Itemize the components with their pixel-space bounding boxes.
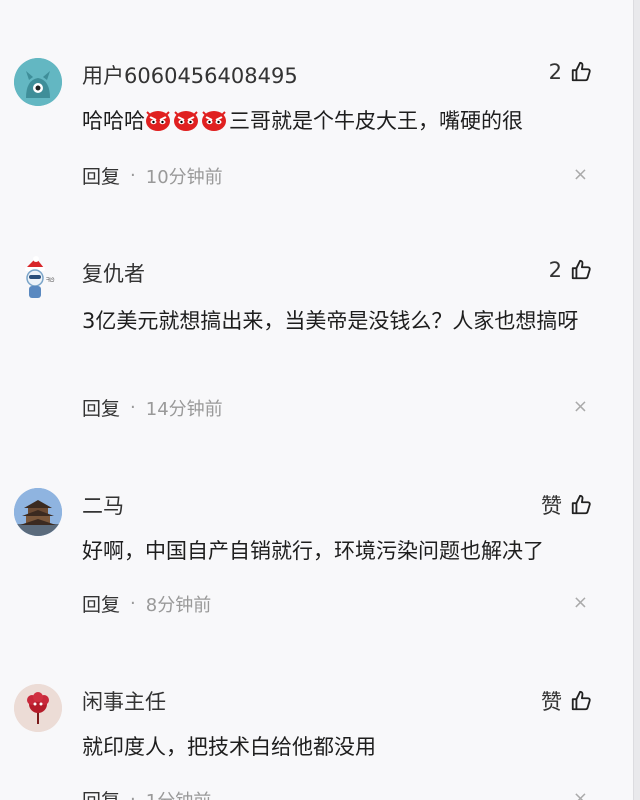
close-icon[interactable]: ×	[573, 164, 588, 185]
comment-list: 用户6060456408495 2 哈哈哈 三哥就是个牛皮大王，嘴硬的很 回复 ·…	[0, 0, 640, 800]
comment-item: 闲事主任 赞 就印度人，把技术白给他都没用 回复 · 1分钟前 ×	[0, 684, 632, 800]
comment-item: ᖷᘎ 复仇者 2 3亿美元就想搞出来，当美帝是没钱么？人家也想搞呀 回复 · 1…	[0, 256, 632, 426]
separator-dot: ·	[130, 165, 136, 186]
thumbs-up-icon	[571, 690, 591, 711]
thumbs-up-icon	[571, 61, 591, 82]
timestamp: 8分钟前	[145, 594, 212, 616]
reply-button[interactable]: 回复	[82, 162, 120, 189]
thumbs-up-icon	[571, 494, 591, 515]
teal-monster-avatar[interactable]	[14, 58, 62, 106]
comment-text: 就印度人，把技术白给他都没用	[82, 735, 376, 759]
angry-face-emoji-icon	[146, 111, 170, 131]
like-label: 赞	[541, 690, 562, 714]
like-label: 赞	[541, 494, 562, 518]
angry-face-emoji-icon	[174, 111, 198, 131]
thumbs-up-icon	[571, 259, 591, 280]
comment-footer: 回复 · 1分钟前	[82, 786, 211, 800]
timestamp: 14分钟前	[145, 398, 223, 420]
timestamp: 1分钟前	[146, 787, 211, 800]
reply-button[interactable]: 回复	[82, 394, 120, 421]
pagoda-photo-avatar[interactable]	[14, 488, 62, 536]
username[interactable]: 用户6060456408495	[82, 60, 298, 90]
reply-button[interactable]: 回复	[82, 786, 120, 800]
username[interactable]: 闲事主任	[82, 686, 166, 716]
svg-text:ᖷᘎ: ᖷᘎ	[46, 277, 55, 284]
separator-dot: ·	[130, 397, 136, 418]
comment-text: 好啊，中国自产自销就行，环境污染问题也解决了	[82, 539, 544, 563]
red-flower-avatar[interactable]	[14, 684, 62, 732]
username[interactable]: 复仇者	[82, 258, 145, 288]
like-button[interactable]: 赞	[541, 686, 592, 716]
reply-button[interactable]: 回复	[82, 590, 120, 617]
close-icon[interactable]: ×	[573, 396, 588, 417]
comment-text: 哈哈哈 三哥就是个牛皮大王，嘴硬的很	[82, 109, 523, 133]
angry-face-emoji-icon	[202, 111, 226, 131]
like-button[interactable]: 2	[549, 258, 592, 282]
separator-dot: ·	[130, 593, 136, 614]
comment-text: 3亿美元就想搞出来，当美帝是没钱么？人家也想搞呀	[82, 309, 579, 333]
comment-footer: 回复 · 8分钟前	[82, 590, 211, 617]
close-icon[interactable]: ×	[573, 788, 588, 800]
comment-item: 二马 赞 好啊，中国自产自销就行，环境污染问题也解决了 回复 · 8分钟前 ×	[0, 488, 632, 638]
comment-footer: 回复 · 14分钟前	[82, 394, 223, 421]
separator-dot: ·	[130, 789, 136, 800]
like-button[interactable]: 赞	[541, 490, 592, 520]
like-count: 2	[548, 258, 562, 282]
username[interactable]: 二马	[82, 490, 124, 520]
like-count: 2	[548, 60, 562, 84]
cartoon-christmas-avatar[interactable]: ᖷᘎ	[14, 256, 62, 304]
comment-footer: 回复 · 10分钟前	[82, 162, 223, 189]
close-icon[interactable]: ×	[573, 592, 588, 613]
like-button[interactable]: 2	[549, 60, 592, 84]
comment-item: 用户6060456408495 2 哈哈哈 三哥就是个牛皮大王，嘴硬的很 回复 ·…	[0, 58, 632, 208]
scrollbar[interactable]	[633, 0, 640, 800]
timestamp: 10分钟前	[145, 166, 223, 188]
